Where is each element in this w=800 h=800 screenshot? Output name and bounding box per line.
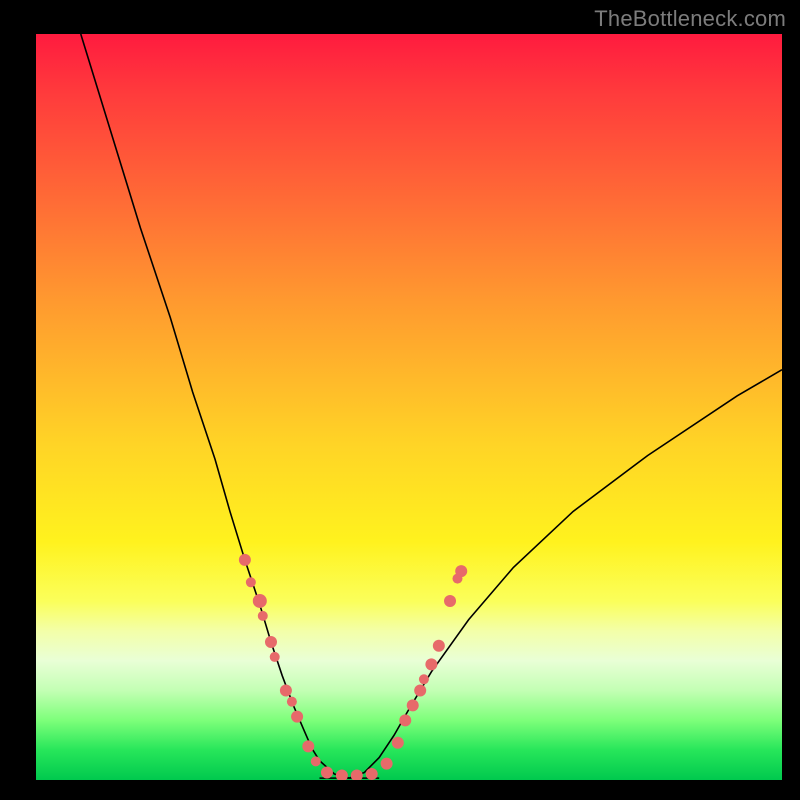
data-marker xyxy=(392,737,404,749)
chart-svg xyxy=(36,34,782,780)
data-marker xyxy=(433,640,445,652)
plot-area xyxy=(36,34,782,780)
data-marker xyxy=(399,714,411,726)
data-marker xyxy=(258,611,268,621)
data-marker xyxy=(291,711,303,723)
data-marker xyxy=(425,658,437,670)
data-marker xyxy=(366,768,378,780)
data-marker xyxy=(321,767,333,779)
curve-curve-right xyxy=(349,370,782,778)
data-marker xyxy=(444,595,456,607)
data-marker xyxy=(414,684,426,696)
curve-curve-left xyxy=(81,34,350,778)
data-marker xyxy=(265,636,277,648)
data-marker xyxy=(246,577,256,587)
data-marker xyxy=(311,756,321,766)
data-marker xyxy=(239,554,251,566)
data-marker xyxy=(253,594,267,608)
data-marker xyxy=(351,770,363,780)
data-marker xyxy=(302,740,314,752)
data-marker xyxy=(407,699,419,711)
data-marker xyxy=(280,684,292,696)
data-marker xyxy=(336,770,348,780)
data-marker xyxy=(381,758,393,770)
chart-frame: TheBottleneck.com xyxy=(0,0,800,800)
data-marker xyxy=(270,652,280,662)
data-marker xyxy=(455,565,467,577)
data-marker xyxy=(287,697,297,707)
data-marker xyxy=(419,674,429,684)
watermark-text: TheBottleneck.com xyxy=(594,6,786,32)
